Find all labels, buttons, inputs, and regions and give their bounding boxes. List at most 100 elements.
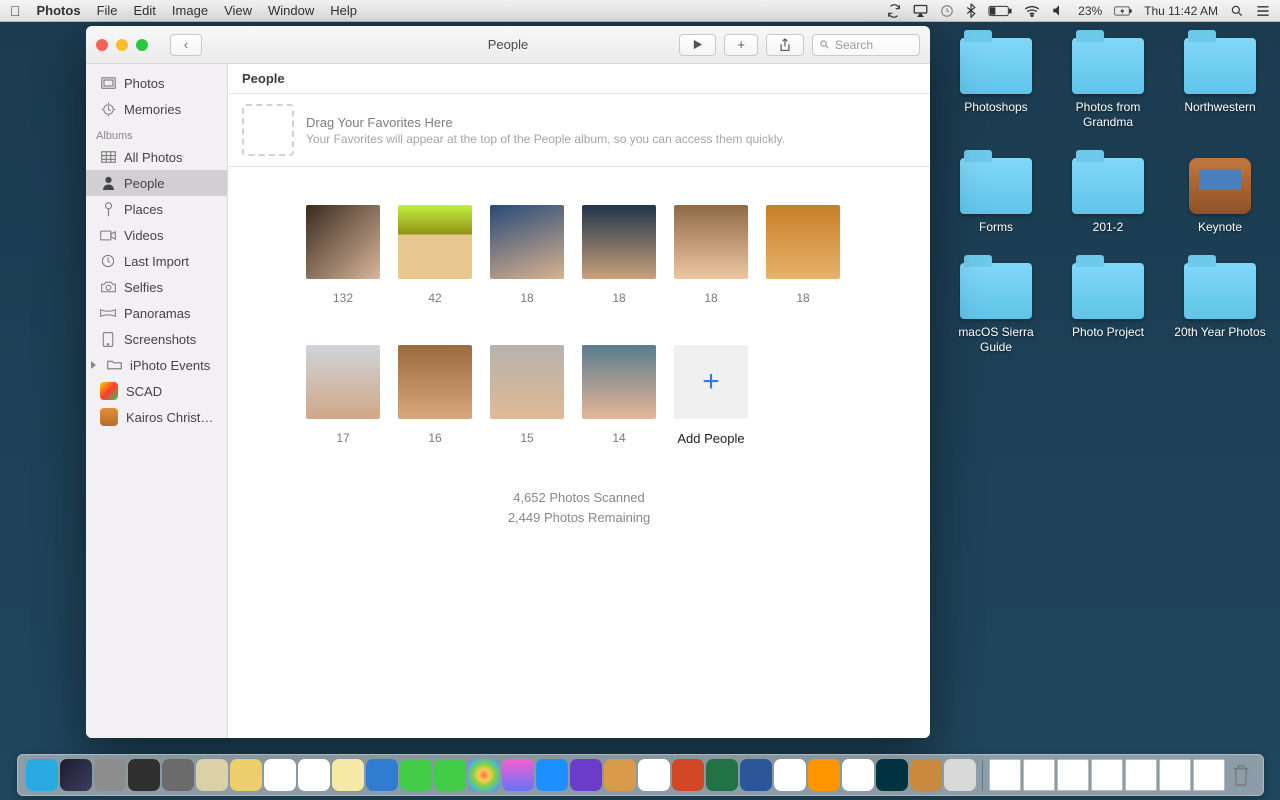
dock-minimized-window[interactable]	[1125, 759, 1157, 791]
person-tile[interactable]: 17	[306, 345, 380, 446]
timemachine-icon[interactable]	[940, 4, 954, 18]
sidebar-item-videos[interactable]: Videos	[86, 222, 227, 248]
dock-app-mission-control[interactable]	[128, 759, 160, 791]
person-tile[interactable]: 18	[582, 205, 656, 305]
share-button[interactable]	[766, 34, 804, 56]
dock-minimized-window[interactable]	[989, 759, 1021, 791]
dock-app-finder[interactable]	[26, 759, 58, 791]
add-button[interactable]: +	[724, 34, 758, 56]
notification-center-icon[interactable]	[1256, 5, 1270, 17]
dock-minimized-window[interactable]	[1159, 759, 1191, 791]
desktop-item-20th-year-photos[interactable]: 20th Year Photos	[1170, 263, 1270, 355]
sidebar-item-selfies[interactable]: Selfies	[86, 274, 227, 300]
dock-app-notes2[interactable]	[230, 759, 262, 791]
dock-app-firefox[interactable]	[808, 759, 840, 791]
menu-image[interactable]: Image	[172, 3, 208, 18]
sidebar-item-screenshots[interactable]: Screenshots	[86, 326, 227, 352]
dock-app-pages[interactable]	[638, 759, 670, 791]
person-tile[interactable]: 15	[490, 345, 564, 446]
dock-app-cal[interactable]	[264, 759, 296, 791]
airplay-icon[interactable]	[913, 4, 928, 17]
sidebar-item-last-import[interactable]: Last Import	[86, 248, 227, 274]
spotlight-icon[interactable]	[1230, 4, 1244, 18]
search-field[interactable]: Search	[812, 34, 920, 56]
bluetooth-icon[interactable]	[966, 3, 976, 18]
add-people-button[interactable]: +Add People	[674, 345, 748, 446]
desktop-item-macos-sierra-guide[interactable]: macOS Sierra Guide	[946, 263, 1046, 355]
sidebar-item-places[interactable]: Places	[86, 196, 227, 222]
dock-app-garageband[interactable]	[604, 759, 636, 791]
desktop-item-keynote[interactable]: Keynote	[1170, 158, 1270, 235]
close-button[interactable]	[96, 39, 108, 51]
desktop-item-201-2[interactable]: 201-2	[1058, 158, 1158, 235]
apple-menu[interactable]: 	[10, 3, 21, 19]
dock-app-notes1[interactable]	[196, 759, 228, 791]
menu-view[interactable]: View	[224, 3, 252, 18]
status-sync-icon[interactable]	[887, 4, 901, 18]
dock-app-box[interactable]	[910, 759, 942, 791]
dock-trash[interactable]	[1227, 759, 1255, 791]
menu-help[interactable]: Help	[330, 3, 357, 18]
sidebar-item-scad[interactable]: SCAD	[86, 378, 227, 404]
desktop-item-label: Photos from Grandma	[1058, 100, 1158, 130]
clock[interactable]: Thu 11:42 AM	[1144, 4, 1218, 18]
menu-file[interactable]: File	[97, 3, 118, 18]
sidebar-item-all-photos[interactable]: All Photos	[86, 144, 227, 170]
dock-app-scanner[interactable]	[944, 759, 976, 791]
menu-edit[interactable]: Edit	[134, 3, 156, 18]
dock-app-chrome[interactable]	[774, 759, 806, 791]
person-photo-count: 18	[796, 291, 809, 305]
dock-app-preview[interactable]	[366, 759, 398, 791]
sidebar-item-label: All Photos	[124, 150, 183, 165]
dock-app-drive[interactable]	[842, 759, 874, 791]
desktop-item-photo-project[interactable]: Photo Project	[1058, 263, 1158, 355]
disclosure-triangle-icon[interactable]	[91, 361, 96, 369]
dock-app-launchpad[interactable]	[94, 759, 126, 791]
desktop-item-forms[interactable]: Forms	[946, 158, 1046, 235]
menu-window[interactable]: Window	[268, 3, 314, 18]
dock-app-siri[interactable]	[60, 759, 92, 791]
dock-minimized-window[interactable]	[1091, 759, 1123, 791]
sidebar-item-memories[interactable]: Memories	[86, 96, 227, 122]
dock-minimized-window[interactable]	[1193, 759, 1225, 791]
person-tile[interactable]: 16	[398, 345, 472, 446]
back-button[interactable]: ‹	[170, 34, 202, 56]
dock-app-word[interactable]	[740, 759, 772, 791]
sidebar-item-people[interactable]: People	[86, 170, 227, 196]
dock-app-ppt[interactable]	[672, 759, 704, 791]
sidebar-item-panoramas[interactable]: Panoramas	[86, 300, 227, 326]
dock-app-itunes[interactable]	[502, 759, 534, 791]
sidebar-item-kairos[interactable]: Kairos Christ…	[86, 404, 227, 430]
person-tile[interactable]: 14	[582, 345, 656, 446]
dock-minimized-window[interactable]	[1057, 759, 1089, 791]
person-tile[interactable]: 18	[674, 205, 748, 305]
dock-app-appstore[interactable]	[536, 759, 568, 791]
minimize-button[interactable]	[116, 39, 128, 51]
person-tile[interactable]: 42	[398, 205, 472, 305]
play-slideshow-button[interactable]	[679, 34, 716, 56]
dock-app-photos[interactable]	[468, 759, 500, 791]
person-tile[interactable]: 18	[490, 205, 564, 305]
wifi-icon[interactable]	[1024, 5, 1040, 17]
dock-app-messages[interactable]	[400, 759, 432, 791]
app-menu[interactable]: Photos	[37, 3, 81, 18]
desktop-item-photos-from-grandma[interactable]: Photos from Grandma	[1058, 38, 1158, 130]
dock-app-imovie[interactable]	[570, 759, 602, 791]
dock-minimized-window[interactable]	[1023, 759, 1055, 791]
sidebar-item-iphoto-events[interactable]: iPhoto Events	[86, 352, 227, 378]
person-tile[interactable]: 18	[766, 205, 840, 305]
sidebar-item-photos[interactable]: Photos	[86, 70, 227, 96]
zoom-button[interactable]	[136, 39, 148, 51]
dock-app-audition[interactable]	[876, 759, 908, 791]
desktop-item-northwestern[interactable]: Northwestern	[1170, 38, 1270, 130]
dock-app-textedit[interactable]	[332, 759, 364, 791]
desktop-item-photoshops[interactable]: Photoshops	[946, 38, 1046, 130]
volume-icon[interactable]	[1052, 4, 1066, 17]
dock-app-sys-prefs[interactable]	[162, 759, 194, 791]
favorites-dropzone[interactable]: Drag Your Favorites Here Your Favorites …	[228, 94, 930, 167]
dock-app-excel[interactable]	[706, 759, 738, 791]
dock-app-facetime[interactable]	[434, 759, 466, 791]
battery-icon[interactable]	[988, 5, 1012, 17]
dock-app-reminders[interactable]	[298, 759, 330, 791]
person-tile[interactable]: 132	[306, 205, 380, 305]
